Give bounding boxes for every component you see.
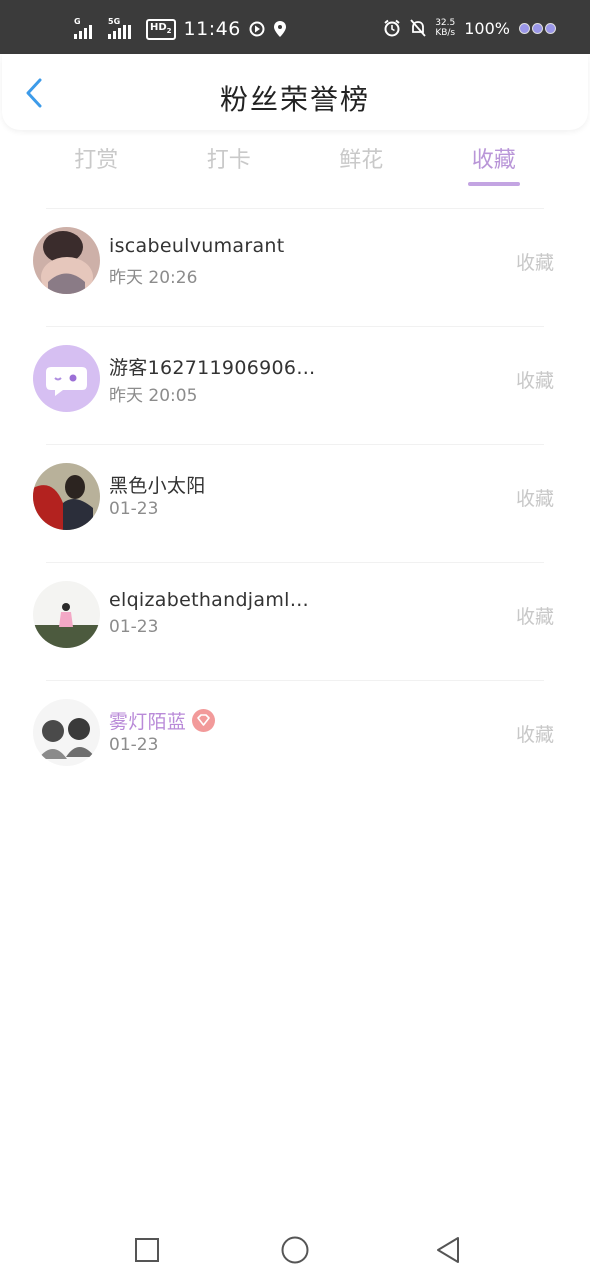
triangle-left-icon xyxy=(437,1237,459,1263)
tab-favorites[interactable]: 收藏 xyxy=(428,142,561,192)
tab-reward[interactable]: 打赏 xyxy=(30,142,163,192)
action-label: 收藏 xyxy=(515,370,554,392)
play-icon xyxy=(249,21,265,37)
battery-level: 100% xyxy=(464,18,510,38)
action-label: 收藏 xyxy=(515,724,554,746)
tab-checkin[interactable]: 打卡 xyxy=(163,142,296,192)
action-label: 收藏 xyxy=(515,488,554,510)
action-label: 收藏 xyxy=(515,606,554,628)
alarm-icon xyxy=(384,19,400,37)
timestamp: 昨天 20:26 xyxy=(109,268,198,288)
avatar[interactable] xyxy=(33,345,100,412)
status-left: G 5G HD2 11:46 xyxy=(74,17,287,40)
circle-icon xyxy=(281,1236,309,1264)
tab-bar: 打赏 打卡 鲜花 收藏 xyxy=(30,142,560,192)
fan-list: iscabeulvumarant 昨天 20:26 收藏 游客162711906… xyxy=(0,208,590,798)
signal-5g-icon: 5G xyxy=(108,17,138,39)
avatar[interactable] xyxy=(33,227,100,294)
status-time: 11:46 xyxy=(183,18,241,40)
timestamp: 01-23 xyxy=(109,735,159,755)
avatar[interactable] xyxy=(33,699,100,766)
hd-icon: HD2 xyxy=(146,18,176,40)
system-nav-bar xyxy=(0,1210,590,1280)
status-right: 32.5 KB/s 100% xyxy=(383,18,556,38)
diamond-badge-icon xyxy=(192,709,216,732)
list-item[interactable]: 雾灯陌蓝 01-23 收藏 xyxy=(33,680,554,798)
mute-bell-icon xyxy=(410,19,426,37)
list-item[interactable]: 游客162711906906… 昨天 20:05 收藏 xyxy=(33,326,554,444)
header: 粉丝荣誉榜 xyxy=(2,54,588,130)
timestamp: 01-23 xyxy=(109,499,159,519)
avatar[interactable] xyxy=(33,581,100,648)
avatar[interactable] xyxy=(33,463,100,530)
list-item[interactable]: iscabeulvumarant 昨天 20:26 收藏 xyxy=(33,208,554,326)
page-title: 粉丝荣誉榜 xyxy=(219,83,370,116)
list-item[interactable]: elqizabethandjaml… 01-23 收藏 xyxy=(33,562,554,680)
square-icon xyxy=(135,1238,159,1262)
home-button[interactable] xyxy=(275,1230,315,1270)
tab-flowers[interactable]: 鲜花 xyxy=(295,142,428,192)
app-dots-icon xyxy=(519,22,556,34)
signal-icon: G xyxy=(74,17,100,39)
username: 游客162711906906… xyxy=(109,357,316,379)
network-speed: 32.5 KB/s xyxy=(435,18,456,38)
username: iscabeulvumarant xyxy=(109,235,285,257)
username: 黑色小太阳 xyxy=(109,475,206,497)
back-nav-button[interactable] xyxy=(428,1230,468,1270)
timestamp: 01-23 xyxy=(109,617,159,637)
list-item[interactable]: 黑色小太阳 01-23 收藏 xyxy=(33,444,554,562)
recent-apps-button[interactable] xyxy=(127,1230,167,1270)
username: 雾灯陌蓝 xyxy=(109,707,216,734)
timestamp: 昨天 20:05 xyxy=(109,386,198,406)
username: elqizabethandjaml… xyxy=(109,589,310,611)
status-bar: G 5G HD2 11:46 32.5 KB/s 100% xyxy=(0,0,590,54)
action-label: 收藏 xyxy=(515,252,554,274)
location-icon xyxy=(273,21,286,37)
